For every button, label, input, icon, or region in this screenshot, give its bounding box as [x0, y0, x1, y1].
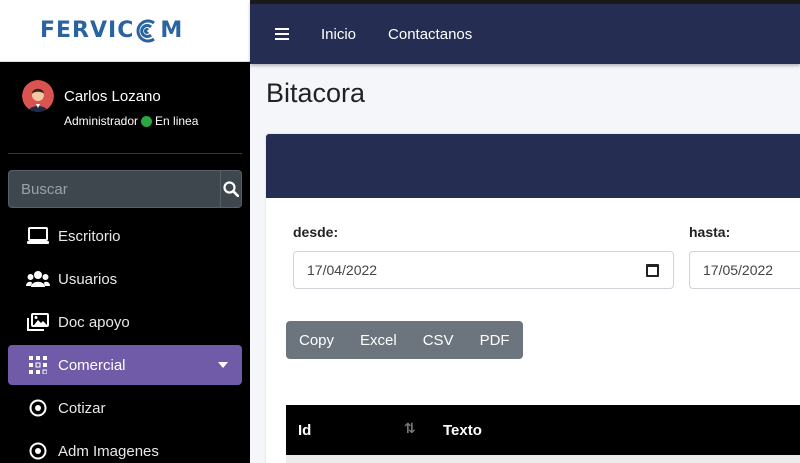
users-icon — [26, 269, 50, 289]
disc-icon — [26, 398, 50, 418]
disc-icon — [26, 441, 50, 461]
user-panel: Carlos Lozano Administrador En linea — [8, 62, 242, 154]
sidebar-item-label: Comercial — [58, 356, 126, 374]
pdf-button[interactable]: PDF — [467, 321, 523, 359]
sidebar-item-label: Cotizar — [58, 399, 106, 417]
column-header-id[interactable]: Id — [298, 422, 311, 439]
sidebar-item-usuarios[interactable]: Usuarios — [8, 259, 242, 299]
sort-arrows-icon[interactable]: ⇅ — [404, 420, 416, 437]
bitacora-card: desde: 17/04/2022 hasta: 17/05/2022 Copy… — [266, 134, 800, 463]
brand-name-right: M — [160, 18, 184, 43]
search-icon — [223, 181, 239, 197]
sidebar-item-label: Doc apoyo — [58, 313, 130, 331]
search-input[interactable] — [8, 170, 220, 208]
grid-icon — [26, 355, 50, 375]
sidebar-nav: Escritorio Usuarios Doc apoyo Comercial — [8, 216, 242, 463]
sidebar-item-comercial[interactable]: Comercial — [8, 345, 242, 385]
sidebar-item-label: Adm Imagenes — [58, 442, 159, 460]
from-date-label: desde: — [293, 224, 339, 240]
sidebar: FERVIC M Carlos Lozano Administrador En … — [0, 0, 250, 463]
images-icon — [26, 312, 50, 332]
search-button[interactable] — [220, 170, 242, 208]
brand-link[interactable]: FERVIC M — [0, 0, 250, 62]
sidebar-item-adm-imagenes[interactable]: Adm Imagenes — [8, 431, 242, 463]
user-name[interactable]: Carlos Lozano — [64, 88, 161, 105]
calendar-icon[interactable] — [646, 264, 659, 277]
table-header: Id ⇅ Texto — [286, 405, 800, 455]
table-row — [286, 455, 800, 463]
avatar[interactable] — [22, 80, 54, 112]
menu-toggle-icon[interactable] — [275, 28, 289, 40]
to-date-value: 17/05/2022 — [703, 262, 774, 278]
sidebar-item-label: Escritorio — [58, 227, 121, 245]
column-header-texto[interactable]: Texto — [443, 422, 482, 439]
user-status: En linea — [155, 114, 199, 128]
sidebar-item-doc-apoyo[interactable]: Doc apoyo — [8, 302, 242, 342]
copy-button[interactable]: Copy — [286, 321, 347, 359]
sidebar-item-label: Usuarios — [58, 270, 118, 288]
sidebar-item-escritorio[interactable]: Escritorio — [8, 216, 242, 256]
from-date-input[interactable]: 17/04/2022 — [293, 251, 674, 289]
online-status-icon — [141, 115, 153, 127]
brand-name-left: FERVIC — [40, 18, 135, 43]
card-header — [266, 134, 800, 198]
sidebar-search — [8, 170, 242, 208]
user-avatar-icon — [22, 80, 54, 112]
user-role-line: Administrador En linea — [64, 114, 198, 128]
nav-link-inicio[interactable]: Inicio — [321, 26, 356, 43]
export-buttons: Copy Excel CSV PDF — [286, 321, 523, 359]
sidebar-item-cotizar[interactable]: Cotizar — [8, 388, 242, 428]
page-title: Bitacora — [266, 78, 366, 108]
from-date-value: 17/04/2022 — [307, 262, 378, 278]
csv-button[interactable]: CSV — [410, 321, 467, 359]
signal-waves-icon — [136, 19, 156, 42]
brand-logo: FERVIC M — [40, 18, 183, 43]
top-navbar: Inicio Contactanos — [250, 0, 800, 64]
caret-down-icon — [218, 362, 228, 368]
user-role: Administrador — [64, 114, 139, 128]
to-date-label: hasta: — [689, 224, 731, 240]
to-date-input[interactable]: 17/05/2022 — [689, 251, 800, 289]
excel-button[interactable]: Excel — [347, 321, 410, 359]
desktop-icon — [26, 226, 50, 246]
nav-link-contactanos[interactable]: Contactanos — [388, 26, 472, 43]
